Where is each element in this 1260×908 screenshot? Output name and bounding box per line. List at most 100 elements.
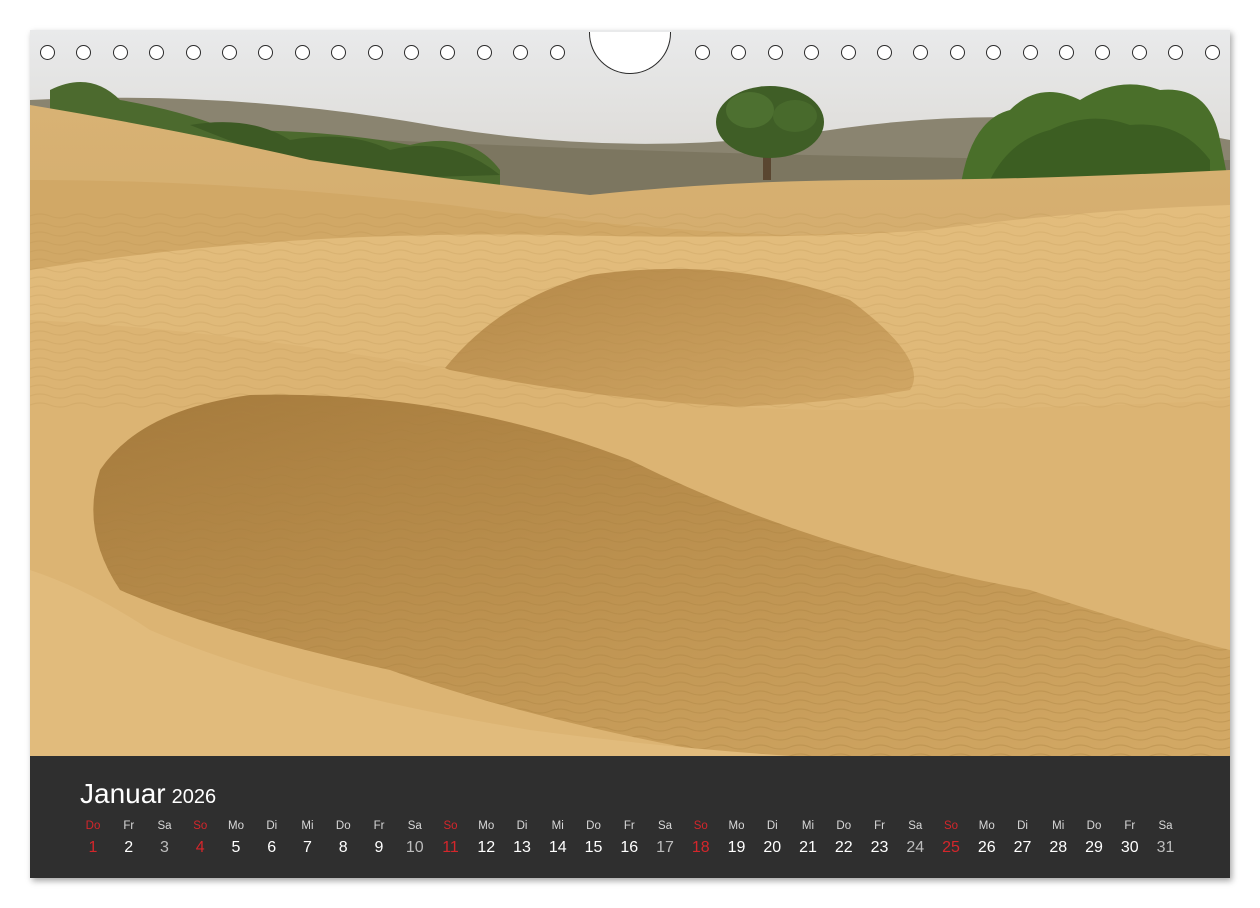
desert-dunes-photo <box>30 30 1230 756</box>
binding-hole <box>804 45 820 60</box>
month-title: Januar 2026 <box>80 778 216 810</box>
binding-hole <box>476 45 492 60</box>
day-cell: Sa 17 <box>648 820 682 857</box>
day-number: 6 <box>267 839 277 856</box>
day-cell: Fr 9 <box>362 820 396 857</box>
binding-hole <box>1095 45 1111 60</box>
weekday-label: Di <box>766 820 778 832</box>
day-number: 4 <box>195 839 205 856</box>
day-number: 25 <box>942 839 960 856</box>
day-number: 10 <box>405 839 424 856</box>
day-number: 15 <box>584 839 603 856</box>
weekday-label: Mo <box>228 820 244 832</box>
day-number: 14 <box>548 839 567 856</box>
binding-hole <box>76 45 92 60</box>
day-cell: Do 1 <box>76 820 110 857</box>
binding-hole <box>331 45 347 60</box>
binding-hole <box>440 45 456 60</box>
day-cell: Di 20 <box>755 820 789 857</box>
day-cell: Di 13 <box>505 820 539 857</box>
day-cell: So 4 <box>183 820 217 857</box>
day-cell: Do 8 <box>326 820 360 857</box>
weekday-label: Do <box>1086 820 1102 832</box>
day-cell: So 11 <box>434 820 468 857</box>
weekday-label: Do <box>335 820 351 832</box>
day-cell: Mo 12 <box>469 820 503 857</box>
day-strip: Do 1 Fr 2 Sa 3 So 4 Mo 5 Di 6 Mi 7 Do 8 Fr 9 Sa 10 So 11 Mo 12 D… <box>76 820 1216 870</box>
day-cell: Fr 23 <box>863 820 897 857</box>
day-number: 22 <box>834 839 853 856</box>
day-cell: Do 29 <box>1077 820 1111 857</box>
day-number: 2 <box>124 839 134 856</box>
day-cell: So 18 <box>684 820 718 857</box>
day-number: 16 <box>620 839 639 856</box>
weekday-label: Mo <box>978 820 995 832</box>
weekday-label: Fr <box>874 820 885 832</box>
day-number: 13 <box>513 839 531 856</box>
day-cell: Do 22 <box>827 820 861 857</box>
day-cell: Sa 10 <box>398 820 432 857</box>
binding-hole <box>549 45 565 60</box>
weekday-label: Fr <box>1124 820 1136 832</box>
weekday-label: Sa <box>1158 820 1173 832</box>
binding-hole <box>367 45 383 60</box>
binding-hole <box>112 45 128 60</box>
day-cell: Fr 30 <box>1113 820 1147 857</box>
day-cell: Mi 21 <box>791 820 825 857</box>
day-number: 9 <box>374 839 384 856</box>
binding-hole <box>1022 45 1038 60</box>
binding-hole <box>1204 45 1220 60</box>
binding-hole <box>986 45 1002 60</box>
weekday-label: Fr <box>373 820 385 832</box>
day-cell: Mi 28 <box>1041 820 1075 857</box>
day-number: 26 <box>977 839 996 856</box>
binding-hole <box>949 45 965 60</box>
day-number: 29 <box>1085 839 1103 856</box>
day-number: 24 <box>906 839 925 856</box>
weekday-label: Mo <box>478 820 495 832</box>
day-number: 1 <box>88 839 98 856</box>
day-number: 12 <box>477 839 496 856</box>
day-number: 11 <box>442 839 459 856</box>
weekday-label: So <box>693 820 708 832</box>
binding-hole <box>1059 45 1074 60</box>
weekday-label: Do <box>586 820 601 832</box>
day-number: 31 <box>1156 839 1175 856</box>
weekday-label: Di <box>516 820 528 832</box>
calendar-band: Januar 2026 Do 1 Fr 2 Sa 3 So 4 Mo 5 Di 6 Mi 7 Do 8 Fr 9 Sa… <box>30 756 1230 878</box>
weekday-label: Fr <box>623 820 635 832</box>
day-cell: Di 27 <box>1006 820 1040 857</box>
day-number: 21 <box>799 839 817 856</box>
day-cell: Sa 24 <box>898 820 932 857</box>
day-cell: Fr 16 <box>612 820 646 857</box>
day-number: 18 <box>691 839 710 856</box>
weekday-label: Mi <box>1052 820 1065 832</box>
binding-hole <box>1168 45 1184 60</box>
binding-hole <box>913 45 929 60</box>
day-cell: Mo 5 <box>219 820 253 857</box>
binding-hole <box>185 45 201 60</box>
year-label: 2026 <box>171 786 217 808</box>
weekday-label: Mi <box>551 820 564 832</box>
day-number: 27 <box>1013 839 1032 856</box>
weekday-label: Do <box>85 820 101 832</box>
day-number: 5 <box>231 839 241 856</box>
day-number: 8 <box>338 839 348 856</box>
binding-hole <box>731 45 747 60</box>
day-number: 20 <box>763 839 782 856</box>
weekday-label: Do <box>836 820 852 832</box>
day-number: 30 <box>1120 839 1139 856</box>
weekday-label: Sa <box>157 820 172 832</box>
day-cell: So 25 <box>934 820 968 857</box>
day-cell: Fr 2 <box>112 820 146 857</box>
binding-hole <box>513 45 529 60</box>
day-cell: Mo 26 <box>970 820 1004 857</box>
weekday-label: Fr <box>123 820 135 832</box>
weekday-label: Mi <box>801 820 815 832</box>
binding-hole <box>1131 45 1147 60</box>
binding-hole <box>258 45 274 60</box>
weekday-label: Di <box>1017 820 1028 832</box>
weekday-label: So <box>193 820 208 832</box>
day-cell: Mi 7 <box>291 820 325 857</box>
day-number: 3 <box>160 839 169 856</box>
